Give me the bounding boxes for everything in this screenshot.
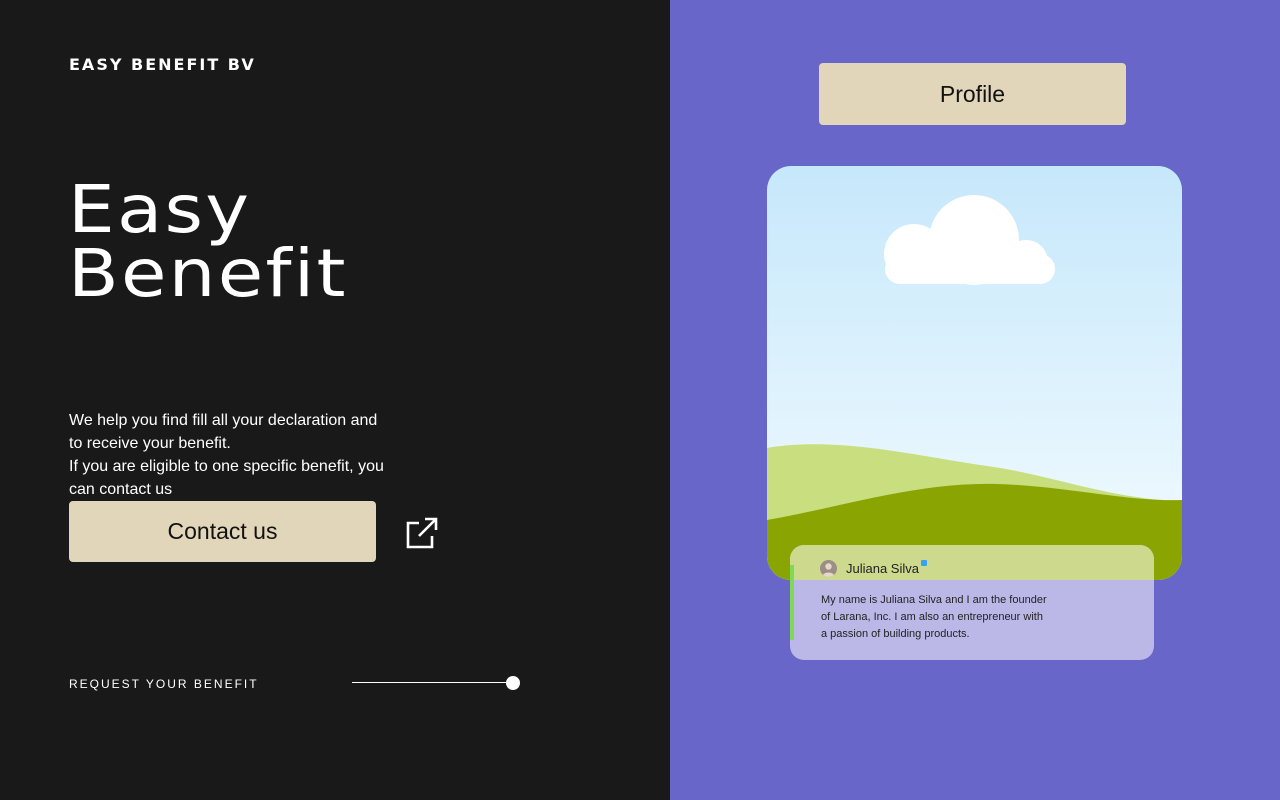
description: We help you find fill all your declarati… — [69, 409, 419, 501]
request-slider-track[interactable] — [352, 682, 512, 683]
contact-us-button[interactable]: Contact us — [69, 501, 376, 562]
left-panel: EASY BENEFIT BV Easy Benefit We help you… — [0, 0, 670, 800]
profile-card: Juliana Silva My name is Juliana Silva a… — [790, 545, 1154, 660]
description-line-4: can contact us — [69, 481, 173, 498]
brand-name: EASY BENEFIT BV — [69, 55, 256, 74]
profile-bio: My name is Juliana Silva and I am the fo… — [821, 592, 1091, 643]
profile-button[interactable]: Profile — [819, 63, 1126, 125]
verified-icon — [921, 560, 927, 566]
hero-title-line-1: Easy — [68, 171, 252, 248]
profile-card-accent — [790, 565, 794, 640]
external-link-glyph — [406, 517, 438, 549]
description-line-2: to receive your benefit. — [69, 435, 231, 452]
avatar — [820, 560, 837, 577]
profile-card-header — [790, 545, 1154, 580]
profile-name: Juliana Silva — [846, 561, 919, 576]
hero-title-line-2: Benefit — [68, 235, 348, 312]
description-line-1: We help you find fill all your declarati… — [69, 412, 378, 429]
profile-bio-line-2: of Larana, Inc. I am also an entrepreneu… — [821, 611, 1043, 623]
request-benefit-label: REQUEST YOUR BENEFIT — [69, 677, 259, 691]
profile-bio-line-3: a passion of building products. — [821, 628, 970, 640]
hero-title: Easy Benefit — [68, 171, 348, 312]
description-line-3: If you are eligible to one specific bene… — [69, 458, 384, 475]
profile-bio-line-1: My name is Juliana Silva and I am the fo… — [821, 594, 1047, 606]
right-panel: Profile Juliana Silva My name is Juliana… — [670, 0, 1280, 800]
request-slider-handle[interactable] — [506, 676, 520, 690]
external-link-icon[interactable] — [405, 516, 439, 550]
landscape-image — [767, 166, 1182, 580]
